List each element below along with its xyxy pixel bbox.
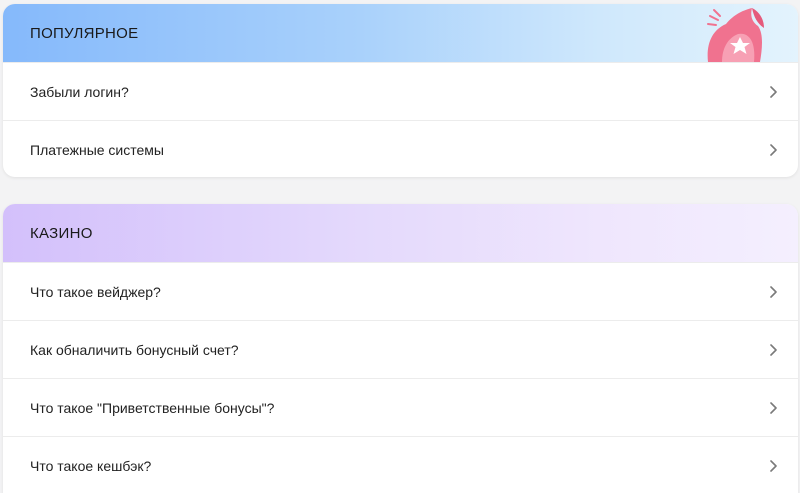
chevron-right-icon [766, 143, 780, 157]
faq-item-label: Платежные системы [30, 141, 164, 158]
chevron-right-icon [766, 343, 780, 357]
chevron-right-icon [766, 401, 780, 415]
faq-section-popular: ПОПУЛЯРНОЕ Забыли логин? Платежные систе… [3, 4, 798, 177]
faq-item-label: Что такое кешбэк? [30, 457, 152, 474]
faq-item-label: Что такое вейджер? [30, 283, 161, 300]
faq-item-label: Что такое "Приветственные бонусы"? [30, 399, 275, 416]
section-header-casino: КАЗИНО [3, 204, 798, 262]
star-mascot-icon [707, 8, 764, 62]
faq-item[interactable]: Забыли логин? [3, 62, 798, 120]
faq-item-label: Забыли логин? [30, 83, 129, 100]
faq-item[interactable]: Что такое кешбэк? [3, 436, 798, 493]
faq-item[interactable]: Платежные системы [3, 120, 798, 177]
faq-page: ПОПУЛЯРНОЕ Забыли логин? Платежные систе… [0, 0, 800, 493]
section-title: ПОПУЛЯРНОЕ [30, 24, 139, 42]
section-title: КАЗИНО [30, 224, 93, 242]
faq-item[interactable]: Как обналичить бонусный счет? [3, 320, 798, 378]
faq-item[interactable]: Что такое "Приветственные бонусы"? [3, 378, 798, 436]
faq-item[interactable]: Что такое вейджер? [3, 262, 798, 320]
chevron-right-icon [766, 459, 780, 473]
chevron-right-icon [766, 285, 780, 299]
chevron-right-icon [766, 85, 780, 99]
section-header-popular: ПОПУЛЯРНОЕ [3, 4, 798, 62]
faq-item-label: Как обналичить бонусный счет? [30, 341, 239, 358]
faq-section-casino: КАЗИНО Что такое вейджер? Как обналичить… [3, 204, 798, 493]
